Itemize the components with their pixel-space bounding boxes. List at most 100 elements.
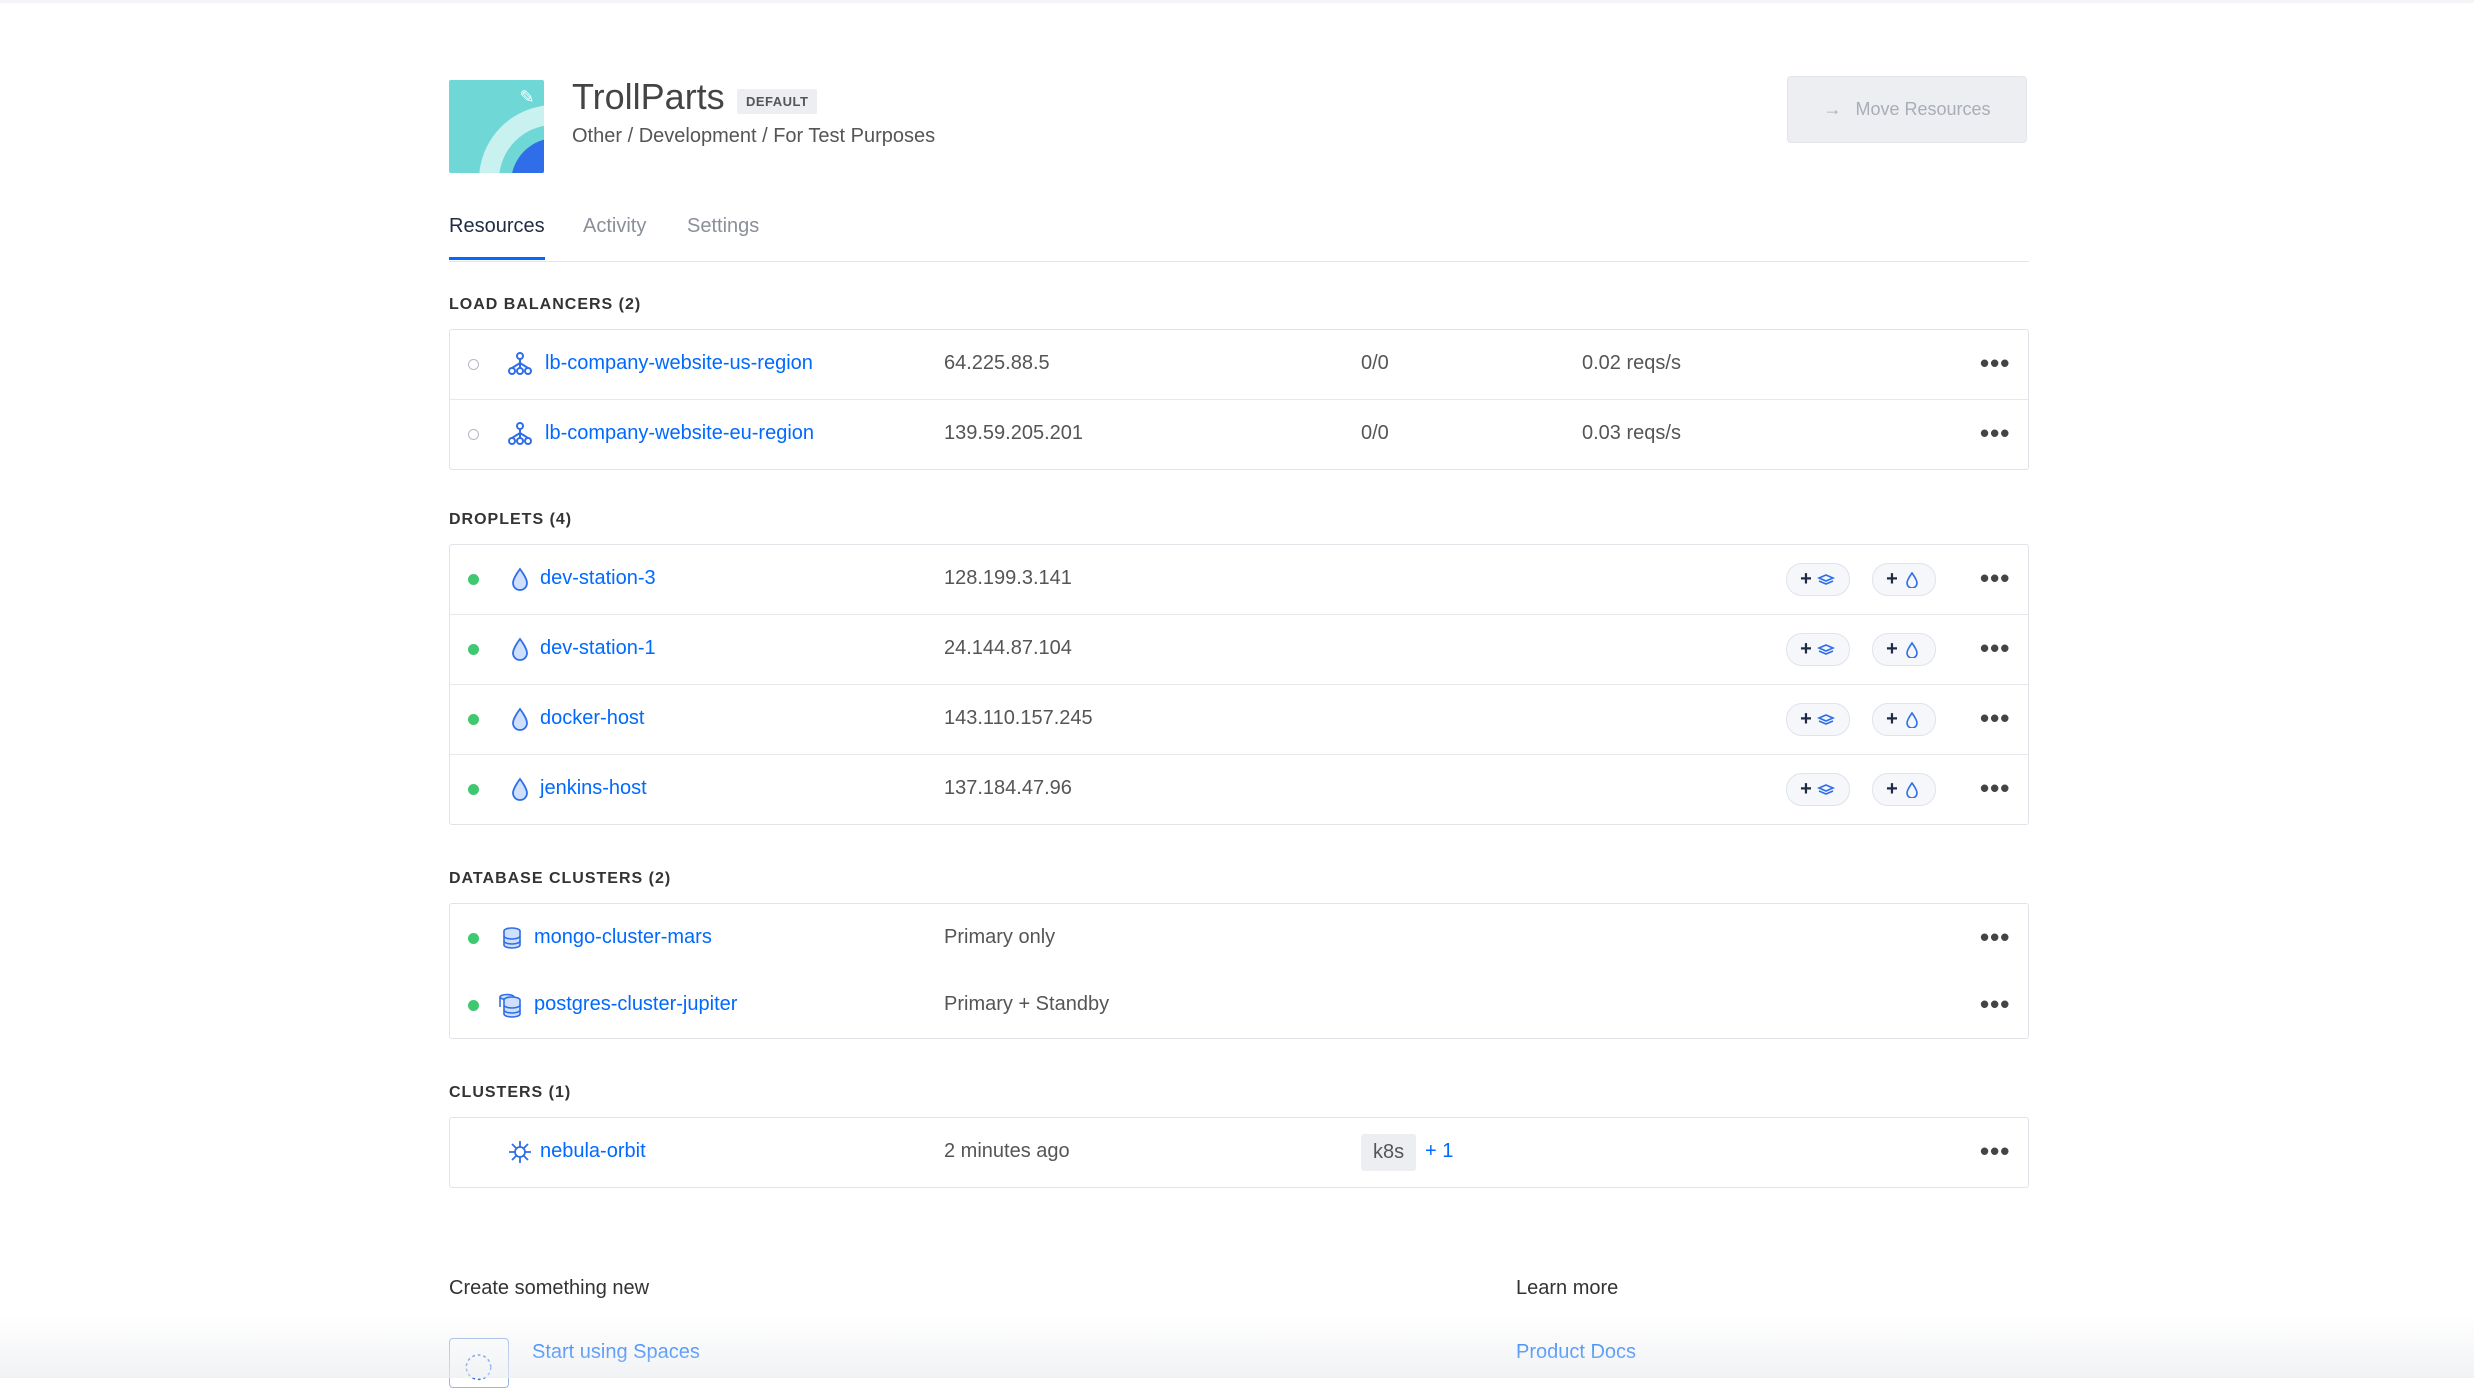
request-rate: 0.03 reqs/s	[1582, 422, 1681, 444]
ip-address: 128.199.3.141	[944, 567, 1072, 589]
cluster-mode: Primary only	[944, 926, 1056, 948]
status-dot	[468, 933, 479, 944]
resource-name-link[interactable]: mongo-cluster-mars	[534, 926, 712, 949]
more-icon[interactable]: •••	[1980, 350, 2010, 376]
more-icon[interactable]: •••	[1980, 924, 2010, 950]
ip-address: 139.59.205.201	[944, 422, 1084, 444]
pencil-icon[interactable]: ✎	[516, 86, 538, 108]
status-dot	[468, 644, 479, 655]
volume-icon	[1816, 783, 1835, 795]
table-row: docker-host 143.110.157.245 + + •••	[450, 684, 2028, 754]
default-badge: DEFAULT	[737, 89, 818, 114]
droplet-icon	[1906, 641, 1918, 658]
product-docs-link[interactable]: Product Docs	[1516, 1341, 1636, 1364]
project-title: TrollParts	[572, 76, 725, 117]
ip-address: 64.225.88.5	[944, 352, 1050, 374]
volume-icon	[1816, 713, 1835, 725]
start-using-spaces-link[interactable]: Start using Spaces	[532, 1341, 700, 1364]
resource-name-link[interactable]: dev-station-3	[540, 567, 656, 590]
table-row: dev-station-1 24.144.87.104 + + •••	[450, 614, 2028, 684]
droplet-icon	[512, 637, 528, 661]
load-balancer-icon	[508, 422, 532, 445]
add-droplet-button[interactable]: +	[1872, 563, 1936, 596]
add-droplet-button[interactable]: +	[1872, 633, 1936, 666]
add-volume-button[interactable]: +	[1786, 563, 1850, 596]
more-icon[interactable]: •••	[1980, 1138, 2010, 1164]
project-path: Other / Development / For Test Purposes	[572, 125, 936, 147]
tab-activity[interactable]: Activity	[583, 215, 646, 238]
resource-name-link[interactable]: postgres-cluster-jupiter	[534, 993, 737, 1016]
create-something-heading: Create something new	[449, 1277, 650, 1299]
resource-name-link[interactable]: lb-company-website-eu-region	[545, 422, 814, 445]
status-dot	[468, 574, 479, 585]
table-row: dev-station-3 128.199.3.141 + + •••	[450, 545, 2028, 614]
add-droplet-button[interactable]: +	[1872, 703, 1936, 736]
more-icon[interactable]: •••	[1980, 420, 2010, 446]
last-updated: 2 minutes ago	[944, 1140, 1070, 1162]
load-balancer-icon	[508, 352, 532, 375]
resource-name-link[interactable]: nebula-orbit	[540, 1140, 646, 1163]
droplets-heading: DROPLETS (4)	[449, 511, 573, 528]
table-row: lb-company-website-eu-region 139.59.205.…	[450, 399, 2028, 469]
tab-bar: Resources Activity Settings	[449, 215, 2029, 262]
volume-icon	[1816, 573, 1835, 585]
more-icon[interactable]: •••	[1980, 635, 2010, 661]
droplet-icon	[512, 707, 528, 731]
table-row: lb-company-website-us-region 64.225.88.5…	[450, 330, 2028, 399]
more-icon[interactable]: •••	[1980, 705, 2010, 731]
clusters-panel: nebula-orbit 2 minutes ago k8s + 1 •••	[449, 1117, 2029, 1188]
more-icon[interactable]: •••	[1980, 991, 2010, 1017]
move-resources-button[interactable]: → Move Resources	[1787, 76, 2027, 143]
more-tags-link[interactable]: + 1	[1425, 1140, 1453, 1163]
more-icon[interactable]: •••	[1980, 565, 2010, 591]
status-dot	[468, 714, 479, 725]
add-droplet-button[interactable]: +	[1872, 773, 1936, 806]
move-resources-label: Move Resources	[1855, 99, 1991, 119]
learn-more-heading: Learn more	[1516, 1277, 1619, 1299]
droplet-icon	[1906, 571, 1918, 588]
resource-name-link[interactable]: docker-host	[540, 707, 645, 730]
database-clusters-panel: mongo-cluster-mars Primary only ••• post…	[449, 903, 2029, 1039]
table-row: postgres-cluster-jupiter Primary + Stand…	[450, 971, 2028, 1038]
bottom-fade	[0, 1315, 2474, 1378]
health-count: 0/0	[1361, 422, 1389, 444]
database-icon	[503, 927, 521, 949]
database-icon	[499, 993, 521, 1018]
load-balancers-panel: lb-company-website-us-region 64.225.88.5…	[449, 329, 2029, 470]
status-dot	[468, 359, 479, 370]
request-rate: 0.02 reqs/s	[1582, 352, 1681, 374]
table-row: mongo-cluster-mars Primary only •••	[450, 904, 2028, 971]
k8s-tag: k8s	[1361, 1134, 1417, 1171]
tab-settings[interactable]: Settings	[687, 215, 759, 238]
volume-icon	[1816, 643, 1835, 655]
add-volume-button[interactable]: +	[1786, 773, 1850, 806]
cluster-mode: Primary + Standby	[944, 993, 1110, 1015]
tab-resources[interactable]: Resources	[449, 215, 545, 260]
status-dot	[468, 784, 479, 795]
status-dot	[468, 429, 479, 440]
kubernetes-icon	[509, 1141, 531, 1163]
status-dot	[468, 1000, 479, 1011]
resource-name-link[interactable]: dev-station-1	[540, 637, 656, 660]
add-volume-button[interactable]: +	[1786, 633, 1850, 666]
add-volume-button[interactable]: +	[1786, 703, 1850, 736]
droplet-icon	[512, 567, 528, 591]
health-count: 0/0	[1361, 352, 1389, 374]
clusters-heading: CLUSTERS (1)	[449, 1084, 572, 1101]
top-border	[0, 0, 2474, 3]
project-icon[interactable]: ✎	[449, 80, 544, 173]
droplet-icon	[1906, 711, 1918, 728]
droplet-icon	[512, 777, 528, 801]
droplet-icon	[1906, 781, 1918, 798]
resource-name-link[interactable]: lb-company-website-us-region	[545, 352, 813, 375]
table-row: nebula-orbit 2 minutes ago k8s + 1 •••	[450, 1118, 2028, 1187]
arrow-right-icon: →	[1823, 99, 1842, 119]
spaces-icon	[449, 1338, 509, 1388]
resource-name-link[interactable]: jenkins-host	[540, 777, 647, 800]
load-balancers-heading: LOAD BALANCERS (2)	[449, 296, 642, 313]
database-clusters-heading: DATABASE CLUSTERS (2)	[449, 870, 672, 887]
ip-address: 24.144.87.104	[944, 637, 1072, 659]
more-icon[interactable]: •••	[1980, 775, 2010, 801]
droplets-panel: dev-station-3 128.199.3.141 + + ••• dev-…	[449, 544, 2029, 825]
ip-address: 143.110.157.245	[944, 707, 1093, 729]
